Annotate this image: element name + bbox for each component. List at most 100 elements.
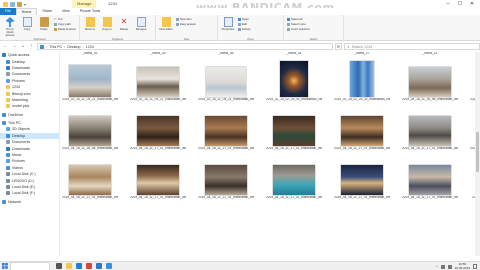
recent-locations-button[interactable]: ⌄ bbox=[20, 43, 27, 50]
paste-shortcut-button[interactable]: Paste shortcut bbox=[54, 27, 76, 31]
file-item[interactable]: 2019_04_18_11_27_01_manhattan_view_mima_… bbox=[130, 159, 186, 206]
photos-icon[interactable] bbox=[96, 263, 102, 269]
file-item[interactable]: 2019_04_18_11_27_01_manhattan_view_mima_… bbox=[198, 110, 254, 157]
image-thumbnail bbox=[137, 116, 179, 146]
file-label: 2019_04_18_11_26_58_manhattan_view_mima_… bbox=[62, 147, 118, 150]
tab-file[interactable]: File bbox=[0, 8, 16, 15]
scissors-icon: ✂ bbox=[54, 16, 57, 21]
file-item[interactable]: 2019_04_18_11_27_01_manhattan_view_mima_… bbox=[402, 159, 458, 206]
breadcrumb-this-pc[interactable]: This PC bbox=[49, 45, 62, 49]
history-button[interactable]: History bbox=[238, 27, 251, 31]
thumbnail-frame bbox=[340, 110, 384, 146]
nav-item-label: 3D Objects bbox=[12, 127, 30, 132]
file-item[interactable]: 2019_01_16_11_05_21_manhattan_view_mima_… bbox=[62, 61, 118, 108]
ribbon-group-label: Clipboard bbox=[33, 37, 46, 41]
easy-access-button[interactable]: Easy access bbox=[176, 22, 196, 26]
chevron-down-icon[interactable]: ▾ bbox=[24, 2, 29, 7]
tab-picture-tools[interactable]: Picture Tools bbox=[75, 8, 106, 15]
invert-selection-button[interactable]: Invert selection bbox=[287, 27, 310, 31]
tab-share[interactable]: Share bbox=[37, 8, 57, 15]
breadcrumb-desktop[interactable]: Desktop bbox=[67, 45, 80, 49]
edit-button[interactable]: Edit bbox=[238, 22, 251, 26]
tab-view[interactable]: View bbox=[57, 8, 75, 15]
thumbnail-frame bbox=[136, 159, 180, 195]
cut-button[interactable]: ✂ Cut bbox=[54, 17, 76, 21]
file-item[interactable]: 2019_01_15_02_25_32_manhattan_view_mima_… bbox=[334, 61, 390, 108]
thumbnail-frame bbox=[68, 61, 112, 97]
file-item[interactable]: 2019_04_18_11_27_01_manhattan_view_mima_… bbox=[198, 159, 254, 206]
nav-item-label: Downloads bbox=[12, 65, 30, 70]
close-button[interactable]: ✕ bbox=[466, 0, 478, 8]
taskbar-search-box[interactable] bbox=[10, 261, 50, 270]
clock[interactable]: 20:59 29-05-2019 bbox=[455, 262, 470, 270]
folder-icon bbox=[6, 85, 10, 90]
manage-context-tab[interactable]: Manage bbox=[72, 0, 97, 8]
file-item[interactable]: 2019_04_18_11_26_58_manhattan_view_mima_… bbox=[62, 110, 118, 157]
folder-icon bbox=[6, 91, 10, 96]
breadcrumb-1234[interactable]: 1234 bbox=[86, 45, 94, 49]
nav-item[interactable]: OneDrive bbox=[0, 112, 59, 118]
file-item[interactable]: 2019_04_18_11_27_01_manhattan_view_mima_… bbox=[266, 110, 322, 157]
rename-icon bbox=[136, 17, 146, 27]
select-none-button[interactable]: Select none bbox=[287, 22, 310, 26]
file-item[interactable]: 2019_04_18_11_27_01_manhattan_view_mima_… bbox=[334, 159, 390, 206]
file-item[interactable]: 2019_04_18_11_27_01_manhattan_view_mima_… bbox=[62, 159, 118, 206]
back-button[interactable]: ← bbox=[2, 43, 9, 50]
forward-button[interactable]: → bbox=[11, 43, 18, 50]
nav-item[interactable]: Network bbox=[0, 199, 59, 205]
file-explorer-icon[interactable] bbox=[66, 263, 72, 269]
start-button[interactable] bbox=[0, 262, 9, 270]
chrome-icon[interactable] bbox=[86, 263, 92, 269]
up-button[interactable]: ↑ bbox=[28, 43, 35, 50]
search-box[interactable]: ⌕ Search 1234 bbox=[344, 43, 480, 50]
minimize-button[interactable]: – bbox=[442, 0, 454, 8]
file-item[interactable]: 2019_04_18_11_27_01_manhattan_view_mima_… bbox=[402, 110, 458, 157]
file-item[interactable]: 2019_01_16_11_05_21_manhattan_view_mima_… bbox=[130, 61, 186, 108]
nav-item[interactable]: model pics bbox=[0, 103, 59, 109]
folder-icon bbox=[6, 97, 10, 102]
chevron-up-icon[interactable]: ^ bbox=[436, 264, 438, 269]
vertical-scrollbar[interactable] bbox=[475, 52, 480, 256]
file-label: 2019_04_18_11_27_01_manhattan_view_mima_… bbox=[130, 196, 186, 199]
open-button[interactable]: Open bbox=[238, 17, 251, 21]
network-icon[interactable] bbox=[440, 264, 445, 269]
file-item[interactable]: 2019_04_18_11_27_01_manhattan_view_mima_… bbox=[334, 110, 390, 157]
new-item-icon bbox=[176, 17, 179, 21]
file-item[interactable]: 2019_04_18_11_27_01_manhattan_view_mima_… bbox=[130, 110, 186, 157]
file-label: 2019_04_18_11_27_01_manhattan_view_mima_… bbox=[266, 196, 322, 199]
file-item[interactable]: 2019_04_18_11_26_58_manhattan_view_mima_… bbox=[402, 61, 458, 108]
desktop-icon bbox=[6, 59, 10, 64]
edge-icon[interactable] bbox=[76, 263, 82, 269]
nav-item-label: Music bbox=[12, 153, 22, 158]
new-folder-icon[interactable] bbox=[17, 1, 22, 7]
thumbnail-frame bbox=[68, 159, 112, 195]
copy-icon bbox=[22, 17, 32, 27]
task-view-icon[interactable] bbox=[56, 263, 62, 269]
file-item[interactable]: 2019_01_16_11_05_21_manhattan_view_mima_… bbox=[198, 61, 254, 108]
file-label: 2019_04_18_11_26_58_manhattan_view_mima_… bbox=[402, 98, 458, 101]
refresh-button[interactable]: ⟳ bbox=[334, 43, 343, 50]
file-item[interactable]: 2019_04_18_11_27_01_manhattan_view_mima_… bbox=[266, 159, 322, 206]
select-all-button[interactable]: Select all bbox=[287, 17, 310, 21]
computer-icon bbox=[2, 121, 6, 126]
properties-icon[interactable] bbox=[10, 1, 15, 7]
cloud-icon bbox=[2, 112, 6, 117]
copy-path-button[interactable]: Copy path bbox=[54, 22, 76, 26]
address-bar[interactable]: › This PC › Desktop › 1234 bbox=[37, 43, 333, 50]
file-label: 2019_01_16_11_05_21_manhattan_view_mima_… bbox=[62, 98, 118, 101]
ribbon-group-label: Select bbox=[309, 37, 318, 41]
folder-icon[interactable] bbox=[3, 1, 8, 7]
nav-item[interactable]: Local Disk (F:) bbox=[0, 190, 59, 196]
select-none-icon bbox=[287, 22, 290, 26]
maximize-button[interactable]: ☐ bbox=[454, 0, 466, 8]
file-item[interactable]: 2019_01_15_02_25_40_manhattan_view_mima_… bbox=[266, 61, 322, 108]
scrollbar-thumb[interactable] bbox=[476, 132, 479, 172]
volume-icon[interactable] bbox=[447, 264, 452, 269]
quick-access-toolbar: ▾ bbox=[0, 1, 29, 7]
store-icon[interactable] bbox=[106, 263, 112, 269]
thumbnail-frame bbox=[408, 61, 452, 97]
thumbnail-frame bbox=[408, 110, 452, 146]
nav-item-label: Quick access bbox=[8, 53, 30, 58]
notifications-icon[interactable] bbox=[473, 264, 477, 269]
new-item-button[interactable]: New item bbox=[176, 17, 196, 21]
